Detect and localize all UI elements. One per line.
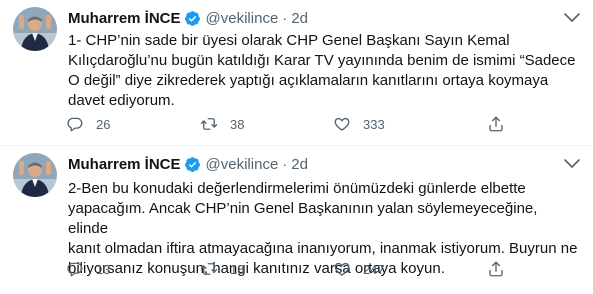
like-count: 333 [363,116,385,132]
action-bar: 13 18 247 [66,259,505,279]
retweet-icon [200,260,218,278]
avatar[interactable] [13,153,57,197]
tweet-text: 1- CHP’nin sade bir üyesi olarak CHP Gen… [68,32,576,109]
avatar[interactable] [13,7,57,51]
reply-button[interactable]: 26 [66,115,137,133]
tweet[interactable]: Muharrem İNCE @vekilince · 2d 1- CHP’nin… [0,0,593,146]
retweet-count: 38 [230,116,245,132]
share-button[interactable] [487,115,505,133]
separator: · [282,9,288,27]
tweet[interactable]: Muharrem İNCE @vekilince · 2d 2-Ben bu k… [0,146,593,294]
like-button[interactable]: 333 [333,115,412,133]
retweet-button[interactable]: 38 [200,115,271,133]
share-icon [487,115,505,133]
retweet-count: 18 [230,261,245,277]
reply-icon [66,115,84,133]
reply-icon [66,260,84,278]
timestamp[interactable]: 2d [291,10,308,27]
author-name[interactable]: Muharrem İNCE [68,156,181,173]
like-count: 247 [363,261,385,277]
share-icon [487,260,505,278]
like-button[interactable]: 247 [333,260,412,278]
verified-badge-icon [184,156,201,173]
reply-count: 26 [96,116,111,132]
verified-badge-icon [184,10,201,27]
retweet-button[interactable]: 18 [200,260,271,278]
timestamp[interactable]: 2d [291,156,308,173]
author-handle[interactable]: @vekilince [206,10,279,27]
tweet-header: Muharrem İNCE @vekilince · 2d [68,8,308,28]
like-icon [333,115,351,133]
author-handle[interactable]: @vekilince [206,156,279,173]
retweet-icon [200,115,218,133]
action-bar: 26 38 333 [66,114,505,134]
reply-button[interactable]: 13 [66,260,137,278]
more-icon[interactable] [563,156,581,172]
more-icon[interactable] [563,10,581,26]
reply-count: 13 [96,261,111,277]
tweet-header: Muharrem İNCE @vekilince · 2d [68,154,308,174]
author-name[interactable]: Muharrem İNCE [68,10,181,27]
share-button[interactable] [487,260,505,278]
separator: · [282,155,288,173]
like-icon [333,260,351,278]
